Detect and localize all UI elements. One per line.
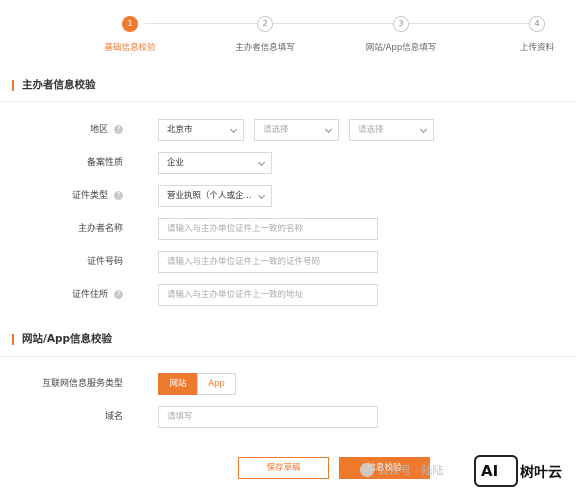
cert-number-input[interactable]: 请输入与主办单位证件上一致的证件号码 xyxy=(158,251,378,273)
sponsor-section-title: 主办者信息校验 xyxy=(12,80,96,91)
step-progress: 1 基础信息校验 2 主办者信息填写 3 网站/App信息填写 4 上传资料 xyxy=(0,0,576,60)
chevron-down-icon xyxy=(257,158,266,167)
region-city-select[interactable]: 北京市 xyxy=(158,119,244,141)
service-type-app-option[interactable]: App xyxy=(197,373,236,395)
help-icon[interactable]: ? xyxy=(114,191,123,200)
help-icon[interactable]: ? xyxy=(114,290,123,299)
step-number: 3 xyxy=(393,16,409,32)
region-district-select[interactable]: 请选择 xyxy=(254,119,339,141)
cert-address-label: 证件住所? xyxy=(10,284,123,306)
step-3: 3 网站/App信息填写 xyxy=(341,16,461,53)
cert-number-label: 证件号码 xyxy=(86,257,123,267)
service-type-label: 互联网信息服务类型 xyxy=(41,379,123,389)
step-2: 2 主办者信息填写 xyxy=(205,16,325,53)
region-street-select[interactable]: 请选择 xyxy=(349,119,434,141)
sponsor-name-label: 主办者名称 xyxy=(77,224,123,234)
region-label: 地区? xyxy=(10,119,123,141)
step-number: 2 xyxy=(257,16,273,32)
section-divider xyxy=(0,101,576,102)
step-4: 4 上传资料 xyxy=(477,16,576,53)
nature-label: 备案性质 xyxy=(86,158,123,168)
step-number: 1 xyxy=(122,16,138,32)
cert-type-label: 证件类型? xyxy=(10,185,123,207)
step-number: 4 xyxy=(529,16,545,32)
chevron-down-icon xyxy=(257,191,266,200)
brand-logo: AI xyxy=(474,455,518,487)
wechat-icon xyxy=(360,463,374,477)
save-draft-button[interactable]: 保存草稿 xyxy=(238,457,329,479)
help-icon[interactable]: ? xyxy=(114,125,123,134)
service-type-website-option[interactable]: 网站 xyxy=(158,373,198,395)
cert-address-input[interactable]: 请输入与主办单位证件上一致的地址 xyxy=(158,284,378,306)
watermark: 公众号 · 陆陆 xyxy=(360,462,444,478)
step-label: 上传资料 xyxy=(519,43,554,53)
sponsor-name-input[interactable]: 请输入与主办单位证件上一致的名称 xyxy=(158,218,378,240)
step-label: 网站/App信息填写 xyxy=(365,43,437,53)
chevron-down-icon xyxy=(229,125,238,134)
step-1: 1 基础信息校验 xyxy=(70,16,190,53)
chevron-down-icon xyxy=(419,125,428,134)
domain-label: 域名 xyxy=(104,412,123,422)
domain-input[interactable]: 请填写 xyxy=(158,406,378,428)
step-label: 基础信息校验 xyxy=(104,43,156,53)
section-divider xyxy=(0,356,576,357)
site-section-title: 网站/App信息校验 xyxy=(12,334,112,345)
step-label: 主办者信息填写 xyxy=(235,43,295,53)
nature-select[interactable]: 企业 xyxy=(158,152,272,174)
chevron-down-icon xyxy=(324,125,333,134)
cert-type-select[interactable]: 营业执照（个人或企... xyxy=(158,185,272,207)
brand-name: 树叶云 xyxy=(520,465,562,481)
